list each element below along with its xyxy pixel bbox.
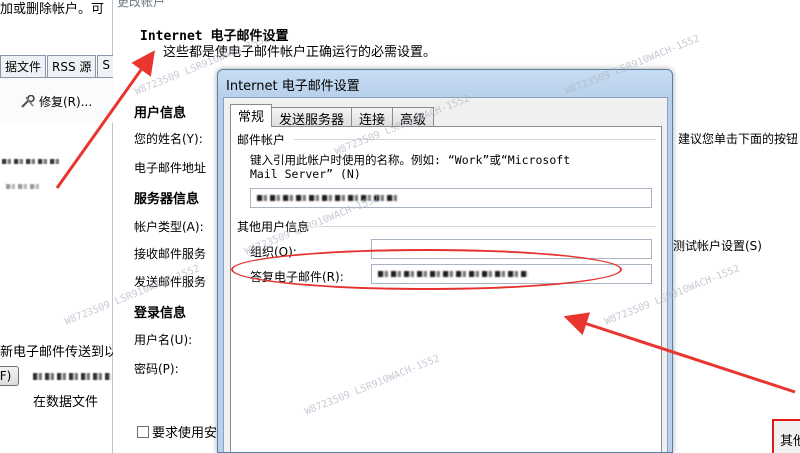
- arrow-to-ellipse: [563, 312, 796, 394]
- tab-general[interactable]: 常规: [230, 104, 273, 127]
- annotation-arrows: [55, 50, 796, 394]
- arrow-to-header: [55, 50, 155, 189]
